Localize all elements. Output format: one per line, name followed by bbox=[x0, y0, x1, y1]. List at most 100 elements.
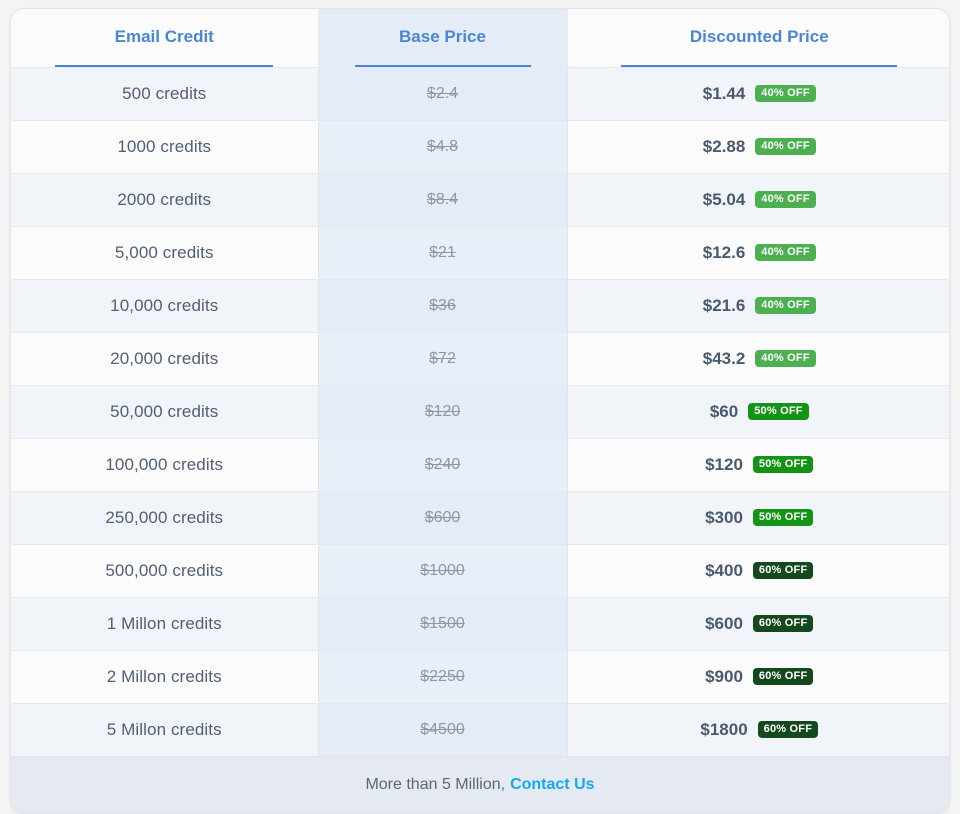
column-header-base-price-label: Base Price bbox=[399, 26, 486, 46]
base-price-value: $36 bbox=[429, 296, 456, 314]
cell-email-credit: 2 Millon credits bbox=[11, 649, 319, 703]
discount-badge: 50% OFF bbox=[748, 403, 809, 420]
discounted-price-group: $5.04 40% OFF bbox=[574, 190, 946, 210]
table-row: 5,000 credits $21 $12.6 40% OFF bbox=[11, 225, 949, 279]
cell-email-credit: 5 Millon credits bbox=[11, 702, 319, 756]
discount-badge: 40% OFF bbox=[755, 244, 816, 261]
email-credit-value: 5,000 credits bbox=[114, 242, 214, 262]
discounted-price-group: $1.44 40% OFF bbox=[574, 84, 946, 104]
table-body: 500 credits $2.4 $1.44 40% OFF 1000 credits $… bbox=[11, 66, 949, 756]
discount-badge: 40% OFF bbox=[755, 297, 816, 314]
cell-base-price: $2250 bbox=[318, 649, 568, 703]
discount-badge: 60% OFF bbox=[752, 615, 814, 632]
discounted-price-value: $2.88 bbox=[702, 136, 746, 156]
cell-base-price: $72 bbox=[318, 331, 568, 385]
discounted-price-value: $1.44 bbox=[702, 83, 746, 103]
discounted-price-value: $1800 bbox=[700, 719, 748, 739]
table-row: 5 Millon credits $4500 $1800 60% OFF bbox=[11, 702, 949, 756]
table-row: 20,000 credits $72 $43.2 40% OFF bbox=[11, 331, 949, 385]
discounted-price-group: $43.2 40% OFF bbox=[574, 349, 946, 369]
discount-badge: 40% OFF bbox=[755, 85, 816, 102]
cell-email-credit: 10,000 credits bbox=[11, 278, 319, 332]
cell-email-credit: 100,000 credits bbox=[11, 437, 319, 491]
column-header-underline bbox=[55, 64, 274, 67]
column-header-base-price: Base Price bbox=[318, 9, 568, 67]
base-price-value: $2250 bbox=[420, 667, 465, 685]
email-credit-value: 100,000 credits bbox=[105, 454, 224, 474]
discount-badge: 50% OFF bbox=[752, 509, 814, 526]
email-credit-value: 1000 credits bbox=[117, 136, 212, 156]
cell-base-price: $2.4 bbox=[318, 66, 568, 120]
table-row: 100,000 credits $240 $120 50% OFF bbox=[11, 437, 949, 491]
cell-email-credit: 1000 credits bbox=[11, 119, 319, 173]
discount-badge: 60% OFF bbox=[752, 668, 814, 685]
contact-us-link[interactable]: Contact Us bbox=[510, 776, 594, 794]
discounted-price-value: $400 bbox=[705, 560, 743, 580]
base-price-value: $1500 bbox=[420, 614, 465, 632]
cell-base-price: $21 bbox=[318, 225, 568, 279]
table-row: 2000 credits $8.4 $5.04 40% OFF bbox=[11, 172, 949, 226]
table-header: Email Credit Base Price Discounted Price bbox=[11, 9, 949, 67]
email-credit-value: 50,000 credits bbox=[110, 401, 219, 421]
base-price-value: $2.4 bbox=[426, 84, 459, 102]
email-credit-value: 2000 credits bbox=[117, 189, 212, 209]
discounted-price-value: $120 bbox=[705, 454, 743, 474]
email-credit-value: 2 Millon credits bbox=[106, 666, 222, 686]
base-price-value: $4.8 bbox=[426, 137, 459, 155]
cell-email-credit: 500 credits bbox=[11, 66, 319, 120]
cell-base-price: $1500 bbox=[318, 596, 568, 650]
discounted-price-value: $5.04 bbox=[702, 189, 746, 209]
table-row: 1 Millon credits $1500 $600 60% OFF bbox=[11, 596, 949, 650]
email-credit-value: 10,000 credits bbox=[110, 295, 219, 315]
cell-email-credit: 50,000 credits bbox=[11, 384, 319, 438]
base-price-value: $21 bbox=[429, 243, 456, 261]
base-price-value: $1000 bbox=[420, 561, 465, 579]
page-background: Email Credit Base Price Discounted Price… bbox=[0, 0, 960, 814]
discount-badge: 60% OFF bbox=[752, 562, 814, 579]
cell-discounted-price: $300 50% OFF bbox=[567, 490, 949, 544]
email-credit-value: 500,000 credits bbox=[105, 560, 224, 580]
base-price-value: $240 bbox=[424, 455, 461, 473]
discounted-price-value: $60 bbox=[709, 401, 739, 421]
cell-email-credit: 1 Millon credits bbox=[11, 596, 319, 650]
cell-discounted-price: $1800 60% OFF bbox=[567, 702, 949, 756]
discount-badge: 40% OFF bbox=[755, 350, 816, 367]
discounted-price-group: $21.6 40% OFF bbox=[574, 296, 946, 316]
base-price-value: $4500 bbox=[420, 720, 465, 738]
pricing-table: Email Credit Base Price Discounted Price… bbox=[11, 9, 949, 756]
cell-base-price: $240 bbox=[318, 437, 568, 491]
cell-base-price: $4500 bbox=[318, 702, 568, 756]
cell-base-price: $8.4 bbox=[318, 172, 568, 226]
pricing-card: Email Credit Base Price Discounted Price… bbox=[10, 8, 950, 814]
table-row: 500 credits $2.4 $1.44 40% OFF bbox=[11, 66, 949, 120]
discounted-price-value: $600 bbox=[705, 613, 743, 633]
discounted-price-group: $12.6 40% OFF bbox=[574, 243, 946, 263]
table-row: 1000 credits $4.8 $2.88 40% OFF bbox=[11, 119, 949, 173]
cell-base-price: $120 bbox=[318, 384, 568, 438]
discounted-price-group: $1800 60% OFF bbox=[574, 720, 946, 740]
email-credit-value: 1 Millon credits bbox=[106, 613, 222, 633]
discounted-price-group: $60 50% OFF bbox=[574, 402, 946, 422]
base-price-value: $72 bbox=[429, 349, 456, 367]
cell-email-credit: 20,000 credits bbox=[11, 331, 319, 385]
table-row: 50,000 credits $120 $60 50% OFF bbox=[11, 384, 949, 438]
table-row: 2 Millon credits $2250 $900 60% OFF bbox=[11, 649, 949, 703]
discounted-price-value: $12.6 bbox=[702, 242, 746, 262]
email-credit-value: 5 Millon credits bbox=[106, 719, 222, 739]
cell-discounted-price: $43.2 40% OFF bbox=[567, 331, 949, 385]
cell-base-price: $600 bbox=[318, 490, 568, 544]
discounted-price-group: $2.88 40% OFF bbox=[574, 137, 946, 157]
column-header-discounted-price: Discounted Price bbox=[567, 9, 949, 67]
cell-discounted-price: $400 60% OFF bbox=[567, 543, 949, 597]
cell-base-price: $36 bbox=[318, 278, 568, 332]
cell-email-credit: 500,000 credits bbox=[11, 543, 319, 597]
base-price-value: $8.4 bbox=[426, 190, 459, 208]
cell-discounted-price: $2.88 40% OFF bbox=[567, 119, 949, 173]
discounted-price-group: $400 60% OFF bbox=[574, 561, 946, 581]
column-header-email-credit-label: Email Credit bbox=[114, 26, 214, 46]
column-header-email-credit: Email Credit bbox=[11, 9, 319, 67]
email-credit-value: 500 credits bbox=[122, 83, 207, 103]
footer-text: More than 5 Million, bbox=[365, 776, 506, 793]
cell-discounted-price: $5.04 40% OFF bbox=[567, 172, 949, 226]
cell-discounted-price: $120 50% OFF bbox=[567, 437, 949, 491]
